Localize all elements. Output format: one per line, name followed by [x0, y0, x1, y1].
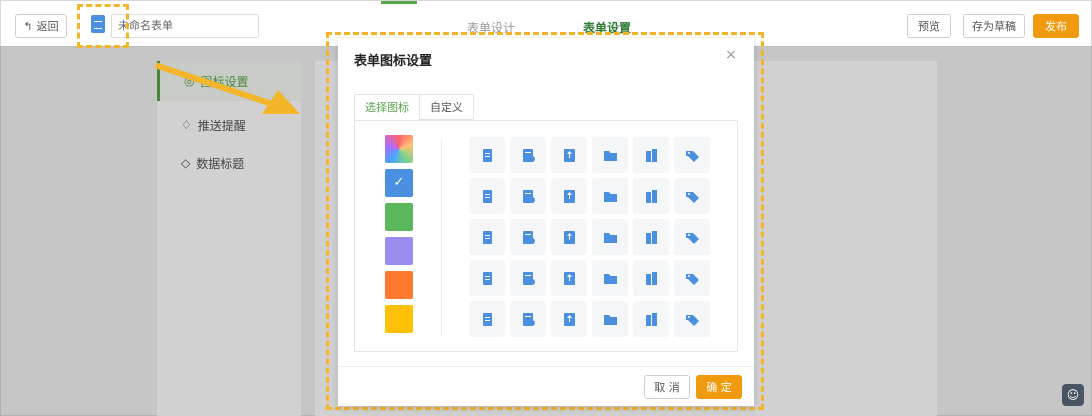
tab-choose-icon[interactable]: 选择图标: [354, 94, 420, 120]
printer-icon[interactable]: [633, 178, 669, 214]
user-check-icon[interactable]: [592, 219, 628, 255]
chat-icon[interactable]: [674, 260, 710, 296]
document-icon[interactable]: [469, 137, 505, 173]
tab-active-indicator: [381, 1, 417, 4]
user-add-icon[interactable]: [551, 219, 587, 255]
inbox-icon[interactable]: [469, 178, 505, 214]
back-label: 返回: [36, 20, 59, 33]
confirm-button[interactable]: 确 定: [696, 375, 742, 399]
tray-icon[interactable]: [674, 178, 710, 214]
document-clock-icon[interactable]: [592, 178, 628, 214]
user-remove-icon[interactable]: [674, 219, 710, 255]
document-upload-icon[interactable]: [551, 137, 587, 173]
support-chat-icon[interactable]: ☺: [1062, 384, 1084, 406]
clipboard-check-icon[interactable]: [510, 178, 546, 214]
publish-button[interactable]: 发布: [1033, 14, 1079, 38]
shield-icon[interactable]: [674, 301, 710, 337]
icon-picker-panel: [354, 120, 738, 352]
user-tree-icon[interactable]: [469, 219, 505, 255]
icon-settings-dialog: 表单图标设置 × 选择图标 自定义 取 消 确 定: [338, 38, 754, 406]
chart-screen-icon[interactable]: [469, 260, 505, 296]
form-name-input[interactable]: 未命名表单: [111, 14, 259, 38]
car-icon[interactable]: [633, 301, 669, 337]
icon-grid: [469, 137, 715, 337]
pie-chart-icon[interactable]: [510, 260, 546, 296]
clock-icon[interactable]: [633, 260, 669, 296]
cart-icon[interactable]: [592, 301, 628, 337]
yen-icon[interactable]: [592, 260, 628, 296]
building-icon[interactable]: [633, 137, 669, 173]
color-swatch-purple[interactable]: [385, 237, 413, 265]
annotation-arrow-icon: [155, 63, 300, 114]
color-swatch-orange[interactable]: [385, 271, 413, 299]
stamp-icon[interactable]: [551, 301, 587, 337]
dialog-title: 表单图标设置: [354, 54, 433, 69]
dialog-footer: 取 消 确 定: [338, 366, 754, 406]
back-arrow-icon: ↰: [23, 19, 33, 33]
tab-custom[interactable]: 自定义: [419, 94, 474, 120]
folder-icon[interactable]: [592, 137, 628, 173]
dialog-tabs: 选择图标 自定义: [354, 94, 474, 120]
calendar-check-icon[interactable]: [551, 178, 587, 214]
highlight-box-form-icon: [77, 4, 129, 48]
bar-chart-icon[interactable]: [551, 260, 587, 296]
close-icon[interactable]: ×: [722, 46, 740, 64]
document-list-icon[interactable]: [510, 137, 546, 173]
user-settings-icon[interactable]: [633, 219, 669, 255]
save-draft-button[interactable]: 存为草稿: [963, 14, 1025, 38]
color-swatch-green[interactable]: [385, 203, 413, 231]
user-edit-icon[interactable]: [510, 219, 546, 255]
color-swatch-yellow[interactable]: [385, 305, 413, 333]
briefcase-icon[interactable]: [469, 301, 505, 337]
color-swatch-blue-selected[interactable]: [385, 169, 413, 197]
tag-icon[interactable]: [674, 137, 710, 173]
preview-button[interactable]: 预览: [907, 14, 951, 38]
cancel-button[interactable]: 取 消: [644, 375, 690, 399]
back-button[interactable]: ↰ 返回: [15, 14, 67, 38]
airplane-icon[interactable]: [510, 301, 546, 337]
divider: [441, 139, 442, 335]
color-swatch-gradient[interactable]: [385, 135, 413, 163]
